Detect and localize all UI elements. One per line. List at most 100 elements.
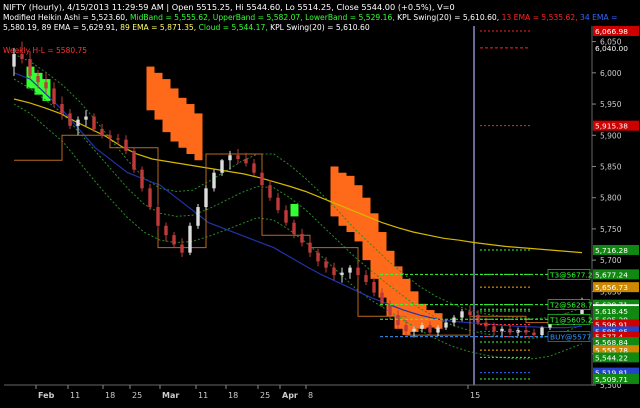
- candle-body: [380, 292, 384, 304]
- price-label: 5,656.73: [595, 283, 628, 292]
- candle-body: [212, 172, 216, 189]
- x-tick-label: 18: [105, 391, 115, 400]
- candle-body: [68, 113, 72, 126]
- cloud-orange-segment: [410, 291, 419, 332]
- header-line-3-part: Cloud = 5,544.17,: [199, 23, 271, 32]
- cloud-orange-segment: [154, 72, 163, 120]
- cloud-orange-segment: [146, 66, 155, 111]
- candle-body: [92, 116, 96, 130]
- y-tick-label: 5,800: [600, 194, 622, 203]
- header-line-2-part: 34 EMA =: [580, 13, 617, 22]
- target-label: BUY@5577.4: [550, 333, 599, 342]
- header-line-3-part: 5,580.19,: [3, 23, 42, 32]
- candle-body: [452, 317, 456, 323]
- weekly-hl-label: Weekly H-L = 5580.75: [3, 46, 87, 55]
- candle-body: [372, 281, 376, 293]
- candle-body: [364, 275, 368, 282]
- header-line-2-part: KPL Swing(20) = 5,610.60,: [397, 13, 501, 22]
- x-tick-label: 11: [198, 391, 208, 400]
- candle-body: [428, 325, 432, 333]
- candle-body: [84, 116, 88, 120]
- price-label: 5,716.28: [595, 246, 628, 255]
- candle-body: [180, 244, 184, 253]
- candle-body: [348, 267, 352, 273]
- header-line-2-text: Modified Heikin Ashi = 5,523.60, MidBand…: [3, 13, 617, 22]
- candle-body: [340, 272, 344, 276]
- price-label: 5,915.38: [595, 122, 628, 131]
- chart-svg: NIFTY (Hourly), 4/15/2013 11:29:59 AM | …: [0, 0, 640, 404]
- candle-body: [532, 332, 536, 336]
- header-line-2-part: MidBand = 5,555.62,: [130, 13, 213, 22]
- candle-body: [20, 54, 24, 60]
- y-tick-label: 5,750: [600, 225, 622, 234]
- candle-body: [132, 150, 136, 170]
- cloud-orange-segment: [330, 166, 339, 217]
- y-tick-label: 5,700: [600, 256, 622, 265]
- candle-body: [52, 88, 56, 105]
- candle-body: [76, 119, 80, 126]
- price-label: 5,544.22: [595, 353, 628, 362]
- candle-body: [172, 235, 176, 245]
- candle-body: [332, 267, 336, 276]
- cloud-orange-segment: [346, 175, 355, 233]
- x-tick-label: Feb: [38, 391, 55, 400]
- candle-body: [276, 197, 280, 211]
- candle-body: [508, 328, 512, 333]
- candle-body: [148, 188, 152, 208]
- candle-body: [260, 172, 264, 186]
- candle-body: [316, 252, 320, 262]
- candle-body: [412, 328, 416, 332]
- candle-body: [404, 325, 408, 332]
- candle-body: [124, 139, 128, 151]
- candle-body: [468, 311, 472, 316]
- header-line-2-part: Modified Heikin Ashi = 5,523.60,: [3, 13, 130, 22]
- candle-body: [540, 327, 544, 336]
- target-label: T2@5628.71: [549, 301, 597, 310]
- candle-body: [388, 303, 392, 316]
- candle-body: [60, 104, 64, 114]
- header-line-2-part: 13 EMA = 5,535.62,: [502, 13, 580, 22]
- candle-body: [444, 322, 448, 328]
- candle-body: [492, 326, 496, 332]
- candle-body: [460, 311, 464, 318]
- candle-body: [36, 75, 40, 83]
- price-label: 6,040.00: [595, 44, 628, 53]
- header-line-3: 5,580.19, 89 EMA = 5,629.91, 89 EMA = 5,…: [3, 23, 370, 32]
- candle-body: [284, 210, 288, 223]
- cloud-green-segment: [290, 203, 299, 217]
- chart: NIFTY (Hourly), 4/15/2013 11:29:59 AM | …: [0, 0, 640, 404]
- candle-body: [188, 225, 192, 253]
- x-tick-label: Apr: [282, 391, 298, 400]
- candle-body: [244, 158, 248, 164]
- candle-body: [300, 233, 304, 243]
- candle-body: [140, 169, 144, 189]
- y-tick-label: 6,000: [600, 69, 622, 78]
- y-tick-label: 5,900: [600, 131, 622, 140]
- cloud-orange-segment: [378, 232, 387, 298]
- cloud-orange-segment: [178, 97, 187, 148]
- x-tick-label: Mar: [162, 391, 179, 400]
- x-tick-label: 25: [260, 391, 270, 400]
- x-tick-label: 8: [308, 391, 313, 400]
- header-line-3-part: 89 EMA = 5,871.35,: [120, 23, 198, 32]
- cloud-orange-segment: [338, 172, 347, 226]
- candle-body: [436, 327, 440, 333]
- candle-body: [308, 242, 312, 253]
- target-label: T1@5605.29: [549, 315, 597, 324]
- cloud-orange-segment: [194, 113, 203, 161]
- header-line-2-part: UpperBand = 5,582.07,: [213, 13, 305, 22]
- cloud-orange-segment: [186, 104, 195, 154]
- cloud-orange-segment: [370, 213, 379, 279]
- y-tick-label: 5,950: [600, 100, 622, 109]
- candle-body: [324, 261, 328, 268]
- candle-body: [108, 135, 112, 139]
- candle-body: [268, 185, 272, 198]
- price-label: 5,509.71: [595, 375, 628, 384]
- price-label: 6,066.98: [595, 27, 628, 36]
- price-label: 5,677.24: [595, 270, 628, 279]
- header-line-3-text: 5,580.19, 89 EMA = 5,629.91, 89 EMA = 5,…: [3, 23, 370, 32]
- candle-body: [396, 315, 400, 326]
- chart-background: [0, 0, 640, 404]
- candle-body: [196, 207, 200, 226]
- header-line-3-part: 89 EMA = 5,629.91,: [42, 23, 120, 32]
